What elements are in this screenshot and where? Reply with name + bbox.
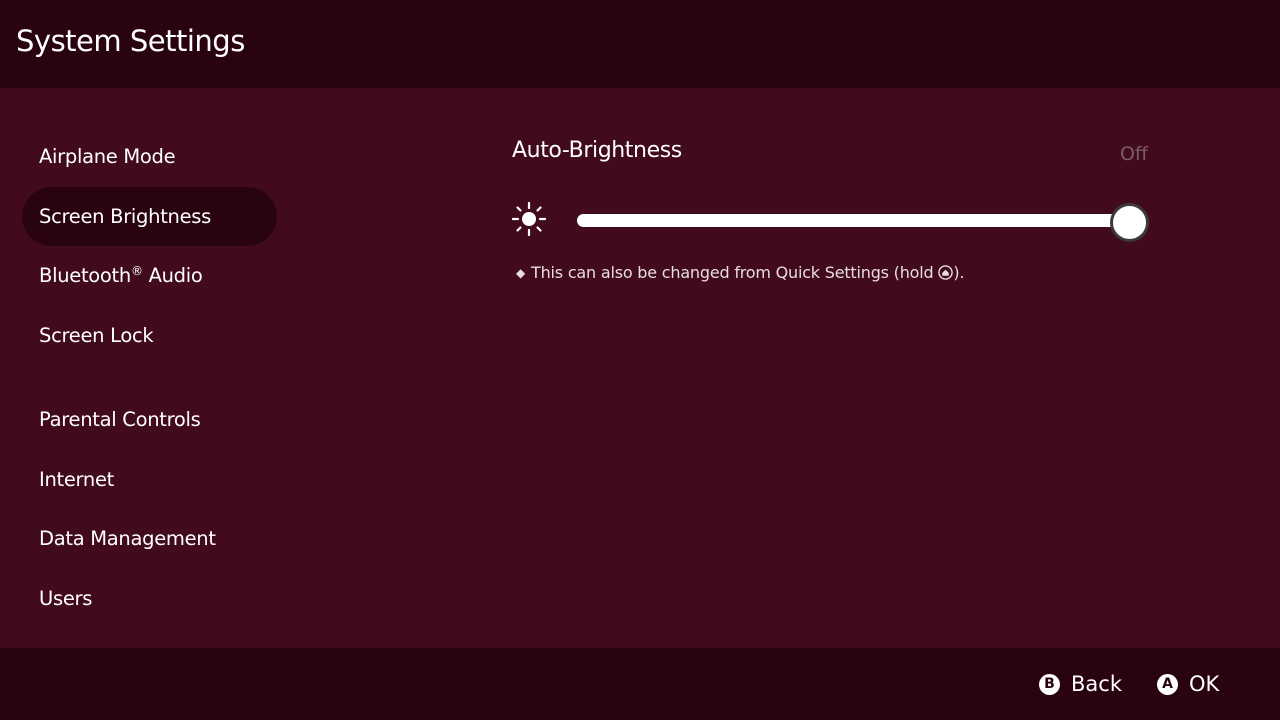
footer: B Back A OK: [0, 648, 1280, 720]
registered-mark: ®: [130, 264, 143, 278]
slider-handle[interactable]: [1110, 203, 1149, 242]
sidebar-item-screen-lock[interactable]: Screen Lock: [22, 306, 277, 366]
note-text: This can also be changed from Quick Sett…: [531, 263, 939, 282]
ok-button[interactable]: A OK: [1157, 672, 1219, 696]
bullet-diamond-icon: ◆: [516, 266, 526, 280]
ok-label: OK: [1189, 672, 1220, 696]
sidebar-item-internet[interactable]: Internet: [22, 450, 277, 510]
auto-brightness-value: Off: [1119, 143, 1148, 165]
back-label: Back: [1071, 672, 1122, 696]
sidebar-divider: [22, 365, 277, 390]
sidebar-item-airplane-mode[interactable]: Airplane Mode: [22, 127, 277, 187]
brightness-panel: Auto-Brightness Off ◆ This can also be ch…: [512, 138, 1149, 282]
auto-brightness-toggle[interactable]: Auto-Brightness Off: [512, 138, 1148, 170]
sidebar-item-label-suffix: Audio: [142, 264, 203, 287]
sidebar: Airplane Mode Screen Brightness Bluetoot…: [22, 127, 277, 628]
a-button-icon: A: [1157, 673, 1178, 695]
back-button[interactable]: B Back: [1039, 672, 1122, 696]
sidebar-item-data-management[interactable]: Data Management: [22, 509, 277, 569]
sidebar-item-parental-controls[interactable]: Parental Controls: [22, 390, 277, 450]
note-end: ).: [953, 263, 965, 282]
header: System Settings: [0, 0, 1280, 88]
b-button-icon: B: [1039, 673, 1060, 695]
auto-brightness-label: Auto-Brightness: [512, 138, 682, 163]
slider-track[interactable]: [577, 214, 1132, 227]
page-title: System Settings: [16, 24, 245, 58]
sidebar-item-users[interactable]: Users: [22, 569, 277, 629]
sidebar-item-bluetooth-audio[interactable]: Bluetooth® Audio: [22, 246, 277, 306]
brightness-slider[interactable]: [512, 199, 1149, 243]
sidebar-item-screen-brightness[interactable]: Screen Brightness: [22, 186, 277, 246]
sun-icon: [512, 202, 546, 236]
quick-settings-note: ◆ This can also be changed from Quick Set…: [512, 263, 1148, 282]
home-button-icon: [938, 265, 954, 280]
sidebar-item-label: Bluetooth: [39, 264, 131, 287]
